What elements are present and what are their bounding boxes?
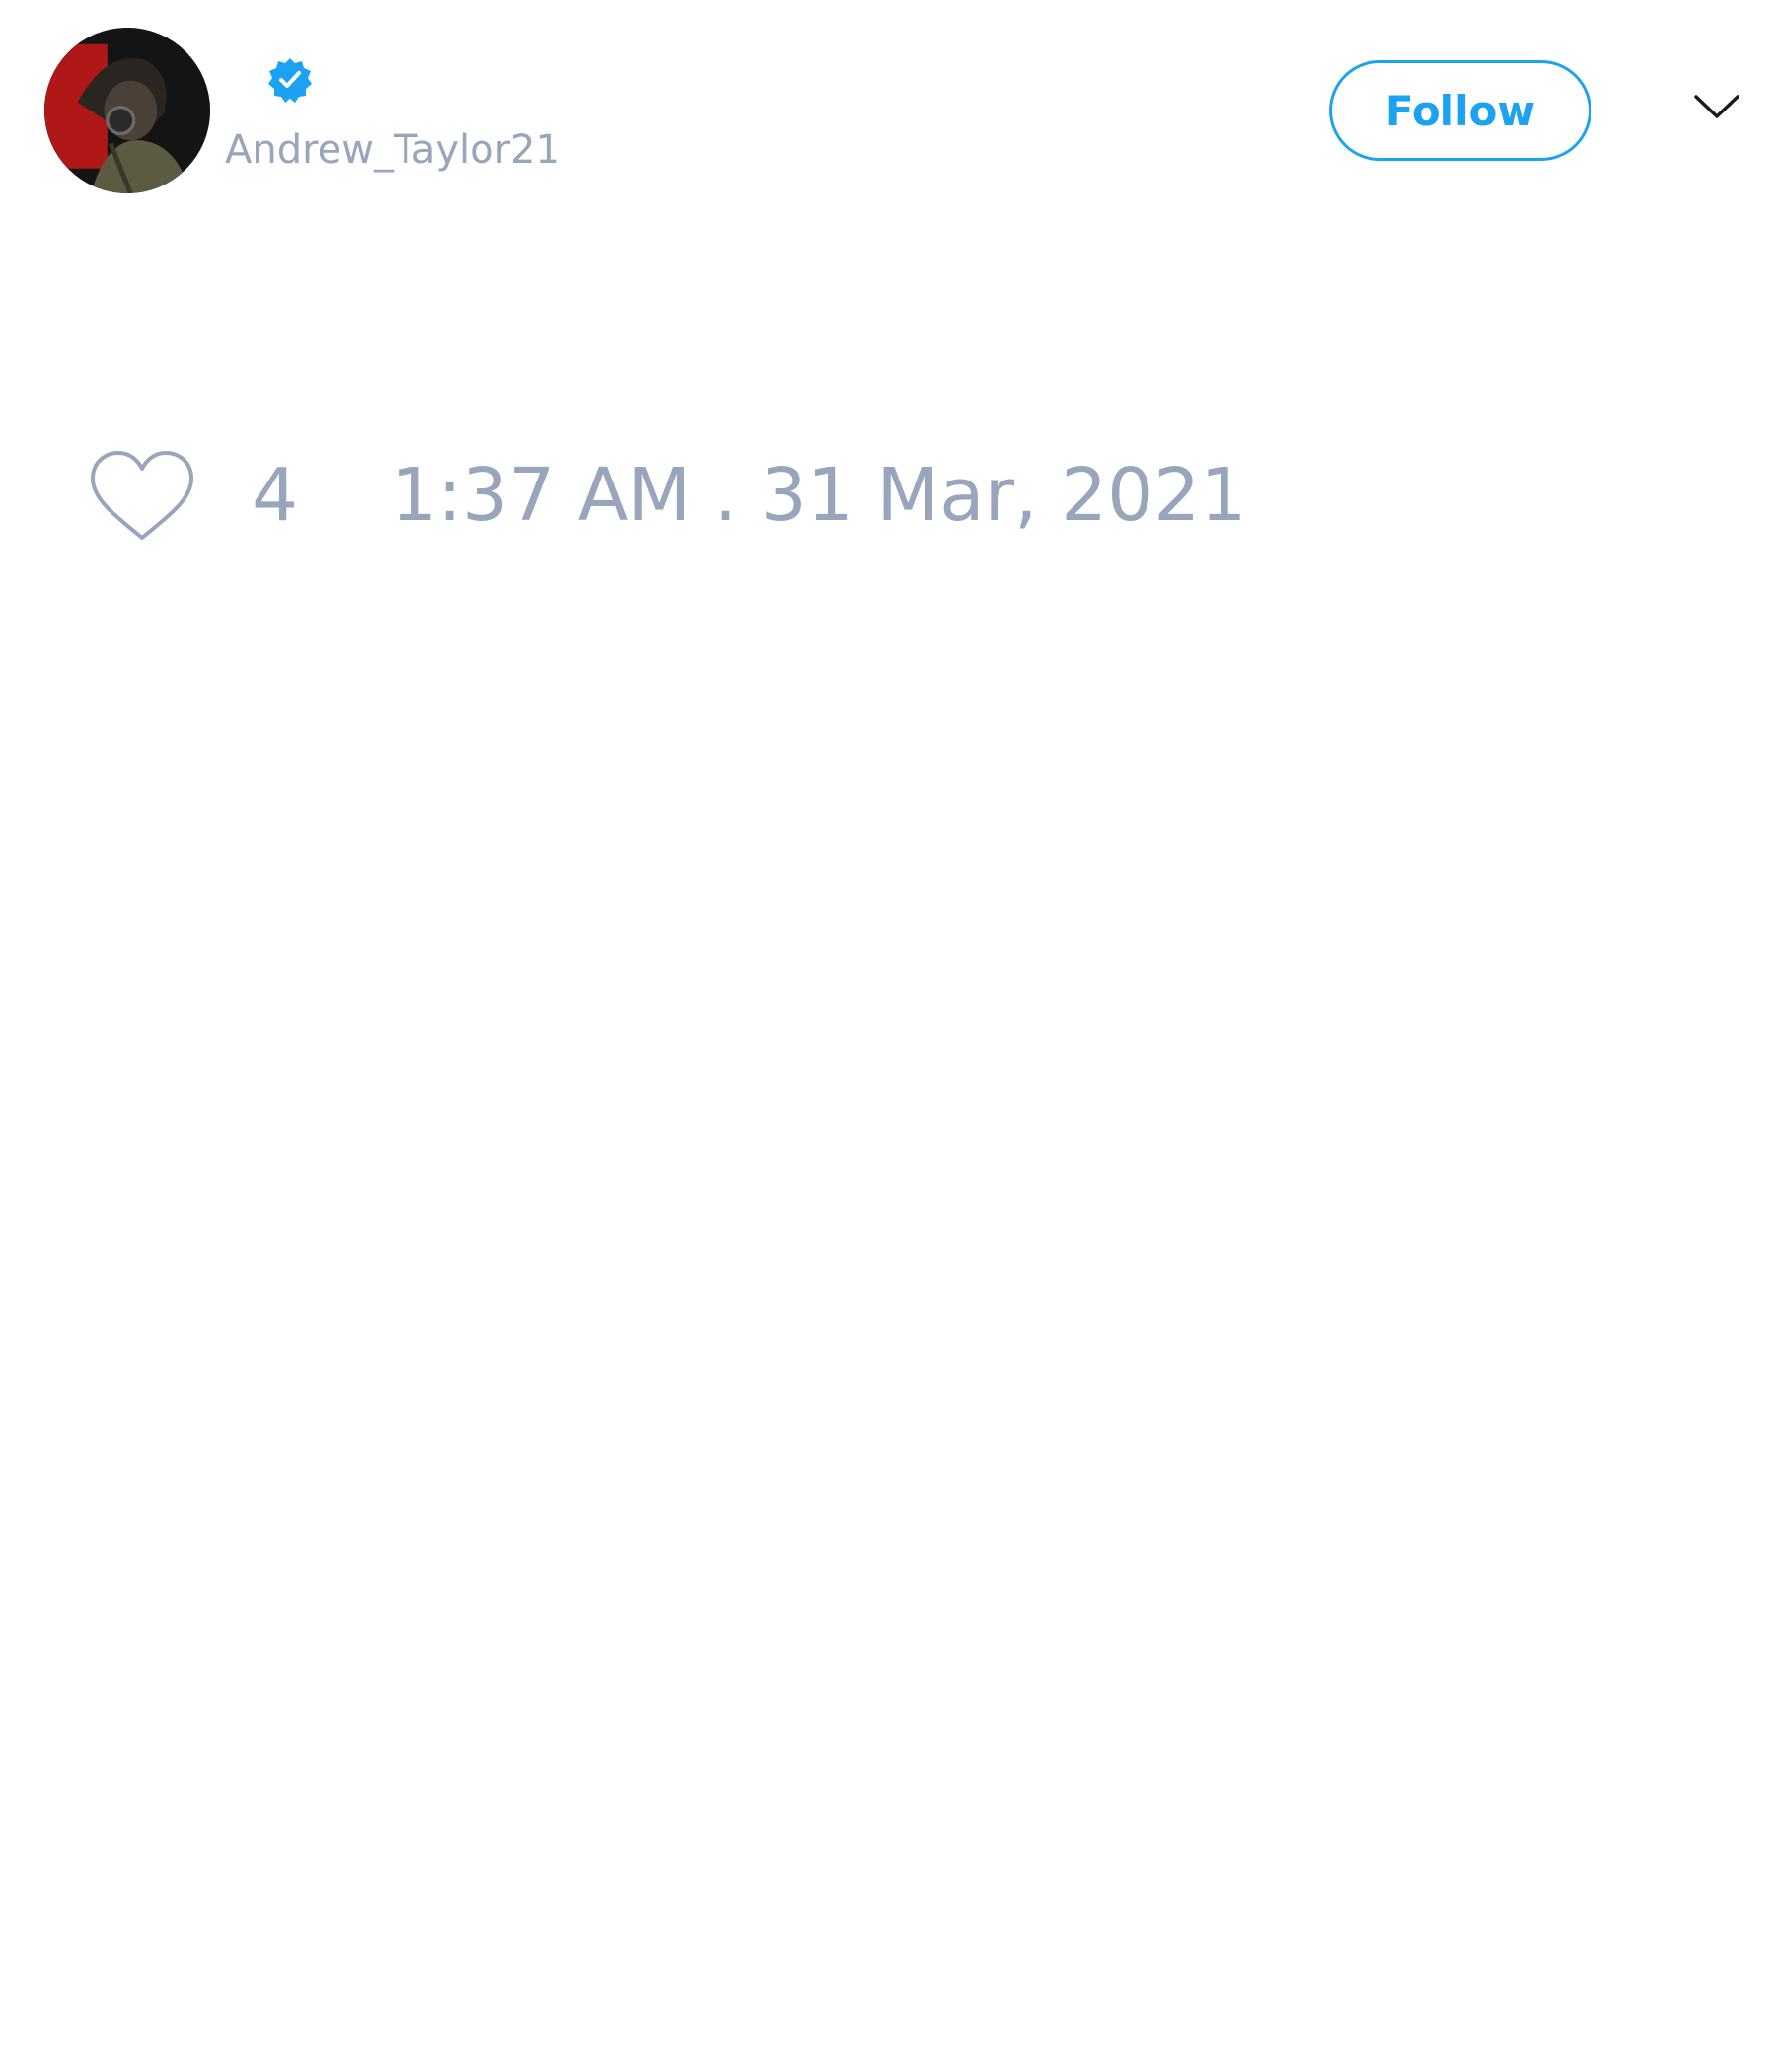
avatar[interactable]: [44, 28, 210, 193]
chevron-down-icon[interactable]: [1692, 89, 1741, 124]
tweet-card: Andrew_Taylor21 Follow 4 1:37 AM . 31 Ma…: [0, 0, 1776, 2072]
avatar-image: [44, 28, 210, 193]
tweet-timestamp[interactable]: 1:37 AM . 31 Mar, 2021: [391, 452, 1246, 539]
heart-icon[interactable]: [89, 449, 195, 544]
like-count: 4: [252, 453, 299, 538]
follow-button[interactable]: Follow: [1329, 60, 1591, 161]
verified-badge-icon: [266, 56, 314, 104]
user-handle[interactable]: Andrew_Taylor21: [225, 126, 560, 174]
